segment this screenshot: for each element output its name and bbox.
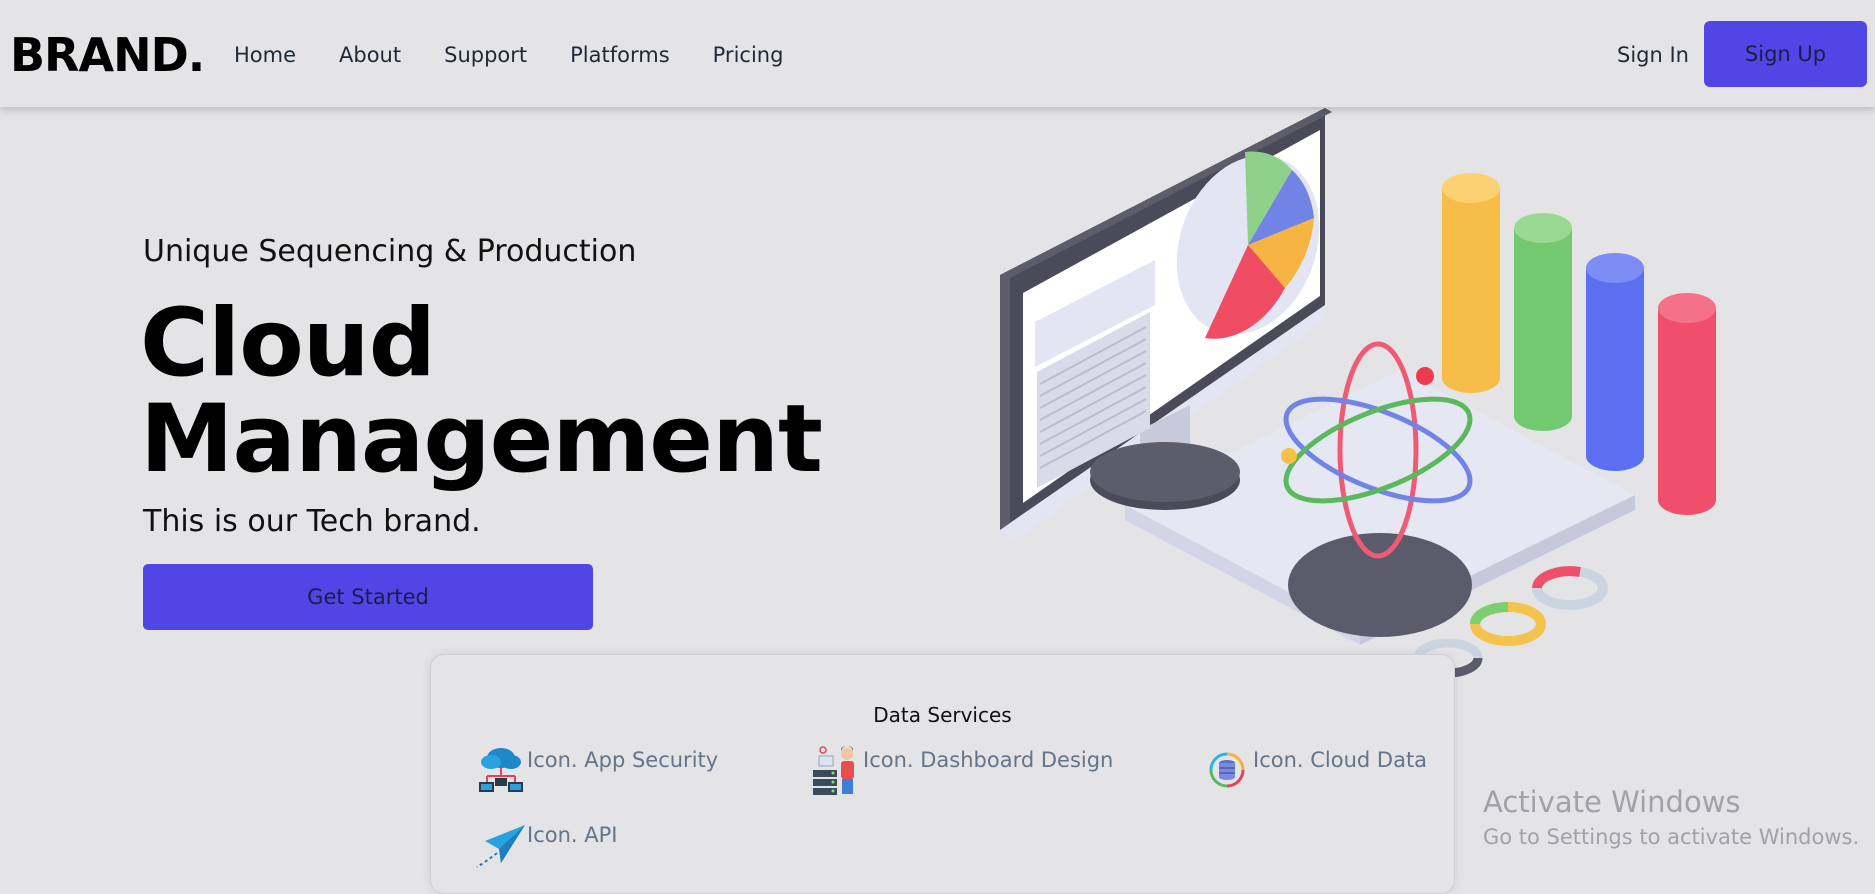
service-item-api[interactable]: Icon. API <box>475 819 617 871</box>
brand-logo[interactable]: BRAND. <box>10 28 205 82</box>
activate-windows-title: Activate Windows <box>1483 785 1741 819</box>
nav-link-about[interactable]: About <box>339 41 401 69</box>
data-services-title: Data Services <box>873 703 1012 727</box>
developer-server-icon <box>813 746 854 795</box>
service-label-cloud-data: Icon. Cloud Data <box>1253 748 1428 772</box>
atom-dot-red <box>1416 367 1434 385</box>
platform-hole <box>1288 533 1472 637</box>
hero-subtitle: Unique Sequencing & Production <box>143 234 637 269</box>
hero-title-line-1: Cloud <box>140 289 436 398</box>
nav-link-pricing[interactable]: Pricing <box>713 41 784 69</box>
nav-link-platforms[interactable]: Platforms <box>570 41 670 69</box>
sign-up-button[interactable]: Sign Up <box>1704 21 1867 87</box>
paper-plane-icon <box>476 825 525 868</box>
service-item-app-security[interactable]: Icon. App Security <box>475 744 718 796</box>
navbar: BRAND. Home About Support Platforms Pric… <box>0 0 1875 107</box>
hero-title-line-2: Management <box>140 385 823 494</box>
nav-link-home[interactable]: Home <box>234 41 296 69</box>
database-sync-icon <box>1209 752 1245 788</box>
main-nav: Home About Support Platforms Pricing <box>234 41 826 69</box>
service-item-cloud-data[interactable]: Icon. Cloud Data <box>1201 744 1427 796</box>
hero-title: Cloud Management <box>140 296 823 488</box>
hero-tagline: This is our Tech brand. <box>143 504 481 539</box>
cloud-network-icon <box>479 748 523 792</box>
get-started-button[interactable]: Get Started <box>143 564 593 630</box>
sign-in-link[interactable]: Sign In <box>1617 41 1689 69</box>
service-item-dashboard-design[interactable]: Icon. Dashboard Design <box>811 744 1113 796</box>
service-label-dashboard-design: Icon. Dashboard Design <box>863 748 1114 772</box>
service-label-api: Icon. API <box>527 823 618 847</box>
activate-windows-subtitle: Go to Settings to activate Windows. <box>1483 825 1860 849</box>
atom-dot-yellow <box>1281 448 1297 464</box>
nav-link-support[interactable]: Support <box>444 41 527 69</box>
hero-illustration <box>1000 108 1716 678</box>
data-services-card: Data Services Icon. App Security Icon. D… <box>430 654 1455 894</box>
service-label-app-security: Icon. App Security <box>527 748 719 772</box>
